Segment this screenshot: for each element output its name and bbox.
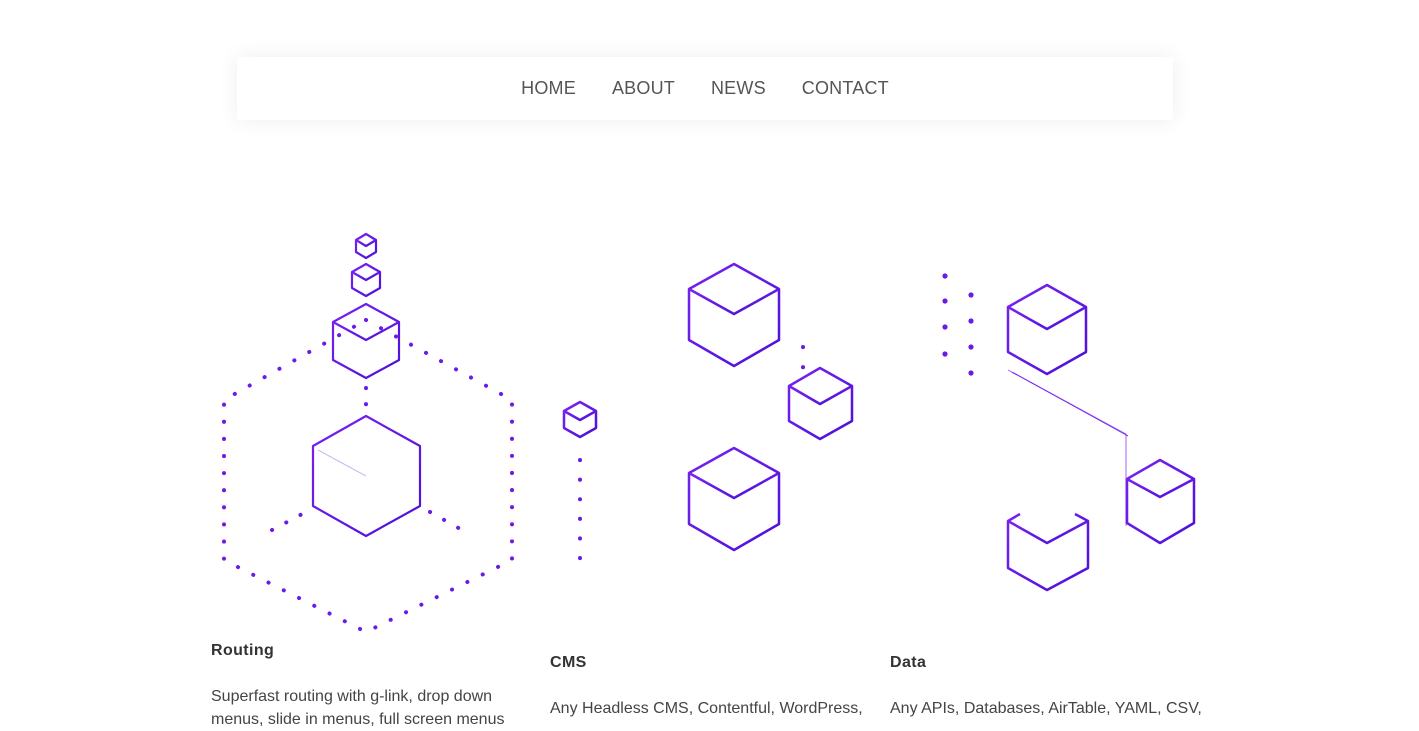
data-cube-bottom bbox=[1006, 512, 1090, 592]
data-dot-grid bbox=[942, 273, 974, 376]
cms-illustration bbox=[562, 262, 854, 567]
feature-title-data: Data bbox=[890, 654, 927, 671]
feature-title-cms: CMS bbox=[550, 654, 587, 671]
routing-cube-small bbox=[350, 262, 382, 298]
cms-cube-small bbox=[562, 400, 598, 439]
cms-cube-bottom bbox=[687, 446, 781, 552]
routing-cube-medium bbox=[331, 302, 401, 380]
routing-cube-large bbox=[311, 414, 422, 538]
feature-title-routing: Routing bbox=[211, 642, 275, 659]
data-cube-top bbox=[1006, 283, 1088, 376]
feature-desc-routing: Superfast routing with g-link, drop down… bbox=[211, 688, 505, 728]
data-connector-line bbox=[1007, 369, 1127, 526]
cms-cube-top bbox=[687, 262, 781, 368]
data-illustration bbox=[942, 273, 1196, 592]
cms-cube-right bbox=[787, 366, 854, 441]
routing-illustration bbox=[222, 232, 514, 634]
feature-desc-data: Any APIs, Databases, AirTable, YAML, CSV… bbox=[890, 700, 1202, 717]
data-cube-right bbox=[1125, 458, 1196, 545]
feature-illustrations bbox=[222, 232, 1196, 634]
feature-desc-cms: Any Headless CMS, Contentful, WordPress, bbox=[550, 700, 863, 717]
routing-dotted-hexagon bbox=[222, 318, 514, 634]
routing-cube-tiny bbox=[354, 232, 378, 260]
